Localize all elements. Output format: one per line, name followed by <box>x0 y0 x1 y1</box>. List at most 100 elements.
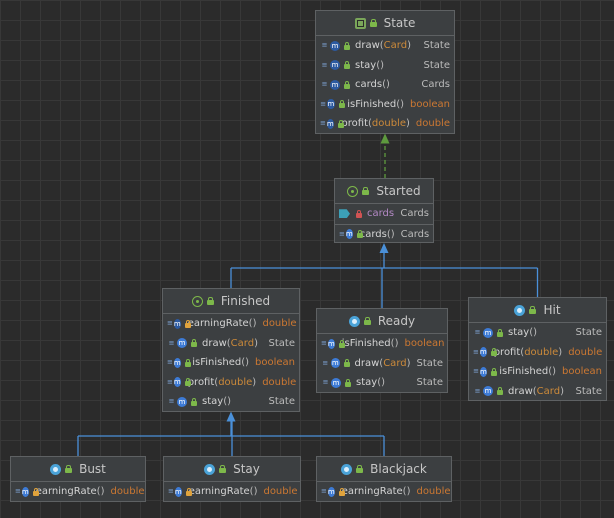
method-row[interactable]: ≡ m profit (double) double <box>316 114 454 134</box>
override-icon: ≡ <box>167 319 173 328</box>
method-row[interactable]: ≡ m profit (double) double <box>163 373 299 393</box>
override-icon: ≡ <box>473 367 479 376</box>
method-signature: () <box>377 377 385 389</box>
override-icon: ≡ <box>320 99 327 108</box>
method-row[interactable]: ≡ m stay() State <box>316 56 454 76</box>
method-params: double <box>371 118 406 130</box>
return-type: double <box>416 486 451 498</box>
public-lock-icon <box>356 465 364 473</box>
method-name: profit <box>493 346 521 358</box>
public-visibility-icon <box>338 100 345 109</box>
class-box-hit[interactable]: Hit ≡ m stay() State ≡ m profit (double) double ≡ m… <box>468 297 607 401</box>
method-name: isFinished <box>341 338 391 350</box>
return-type: State <box>268 337 295 349</box>
method-row[interactable]: ≡ m cards() Cards <box>335 225 433 245</box>
method-icon: m <box>173 377 181 388</box>
method-name: profit <box>341 118 368 130</box>
override-icon: ≡ <box>474 328 481 337</box>
method-name: earningRate <box>35 486 97 498</box>
field-icon <box>339 209 350 219</box>
return-type: State <box>575 385 602 397</box>
return-type: double <box>110 486 145 498</box>
method-params: Card <box>383 40 408 52</box>
class-name: Blackjack <box>370 462 427 476</box>
method-row[interactable]: ≡ m draw (Card) State <box>316 36 454 56</box>
class-box-ready[interactable]: Ready ≡ m isFinished() boolean ≡ m draw (Card) St… <box>316 308 448 393</box>
method-icon: m <box>331 377 341 388</box>
method-icon: m <box>479 347 487 358</box>
method-row[interactable]: ≡ m draw (Card) State <box>317 354 447 374</box>
method-name: earningRate <box>187 318 249 330</box>
method-row[interactable]: ≡ m profit (double) double <box>469 343 606 363</box>
class-box-stay[interactable]: Stay ≡ m earningRate() double <box>163 456 301 502</box>
override-icon: ≡ <box>474 386 481 395</box>
class-box-state[interactable]: State ≡ m draw (Card) State ≡ m stay() State ≡ m car… <box>315 10 455 134</box>
method-icon: m <box>177 396 187 407</box>
class-header[interactable]: Finished <box>163 289 299 314</box>
inheritance-arrowhead <box>379 243 389 253</box>
abstract-method-icon: m <box>330 79 340 90</box>
public-visibility-icon <box>337 119 342 128</box>
class-box-started[interactable]: Started cards Cards ≡ m cards() Cards <box>334 178 434 243</box>
class-icon <box>50 463 62 475</box>
class-box-bust[interactable]: Bust ≡ m earningRate() double <box>10 456 146 502</box>
method-name: earningRate <box>341 486 403 498</box>
method-signature: () <box>548 366 557 378</box>
public-visibility-icon <box>344 378 352 387</box>
method-name: profit <box>187 376 215 388</box>
method-row[interactable]: ≡ m isFinished() boolean <box>469 362 606 382</box>
method-row[interactable]: ≡ m cards() Cards <box>316 75 454 95</box>
method-icon: m <box>345 229 353 240</box>
edge-layer <box>77 133 539 456</box>
class-header[interactable]: Ready <box>317 309 447 334</box>
class-header[interactable]: State <box>316 11 454 36</box>
method-params: double <box>218 376 253 388</box>
method-icon: m <box>327 338 335 349</box>
method-signature: () <box>96 486 105 498</box>
field-row[interactable]: cards Cards <box>335 204 433 225</box>
method-row[interactable]: ≡ m isFinished() boolean <box>163 353 299 373</box>
class-name: Bust <box>79 462 106 476</box>
method-signature: () <box>386 228 395 240</box>
method-row[interactable]: ≡ m stay() State <box>163 392 299 412</box>
class-header[interactable]: Blackjack <box>317 457 451 482</box>
class-icon <box>348 315 360 327</box>
method-signature: (double) <box>520 346 563 358</box>
abstract-method-icon: m <box>330 40 340 51</box>
class-box-blackjack[interactable]: Blackjack ≡ m earningRate() double <box>316 456 452 502</box>
override-icon: ≡ <box>322 358 329 367</box>
public-visibility-icon <box>496 387 504 396</box>
method-signature: () <box>223 396 231 408</box>
method-row[interactable]: ≡ m stay() State <box>469 323 606 343</box>
class-box-finished[interactable]: Finished ≡ m earningRate() double ≡ m draw (Card… <box>162 288 300 412</box>
method-signature: () <box>529 327 537 339</box>
method-row[interactable]: ≡ m earningRate() double <box>163 314 299 334</box>
method-signature: () <box>390 338 399 350</box>
class-header[interactable]: Hit <box>469 298 606 323</box>
method-signature: () <box>396 98 405 110</box>
method-row[interactable]: ≡ m earningRate() double <box>11 482 145 502</box>
method-row[interactable]: ≡ m earningRate() double <box>164 482 300 502</box>
method-params: Card <box>230 337 255 349</box>
class-header[interactable]: Bust <box>11 457 145 482</box>
method-row[interactable]: ≡ m earningRate() double <box>317 482 451 502</box>
method-name: cards <box>355 79 383 91</box>
method-row[interactable]: ≡ m isFinished() boolean <box>317 334 447 354</box>
method-row[interactable]: ≡ m stay() State <box>317 373 447 393</box>
abstract-class-icon <box>191 295 203 307</box>
public-visibility-icon <box>343 61 351 70</box>
return-type: boolean <box>562 366 602 378</box>
class-header[interactable]: Stay <box>164 457 300 482</box>
return-type: boolean <box>410 98 450 110</box>
return-type: boolean <box>404 338 445 350</box>
abstract-method-icon: m <box>173 318 181 329</box>
method-row[interactable]: ≡ m isFinished() boolean <box>316 95 454 115</box>
method-signature: () <box>376 59 384 71</box>
method-row[interactable]: ≡ m draw (Card) State <box>469 382 606 402</box>
public-lock-icon <box>65 465 73 473</box>
abstract-method-icon: m <box>327 99 335 110</box>
public-visibility-icon <box>184 358 191 367</box>
method-icon: m <box>480 366 487 377</box>
method-row[interactable]: ≡ m draw (Card) State <box>163 334 299 354</box>
class-header[interactable]: Started <box>335 179 433 204</box>
